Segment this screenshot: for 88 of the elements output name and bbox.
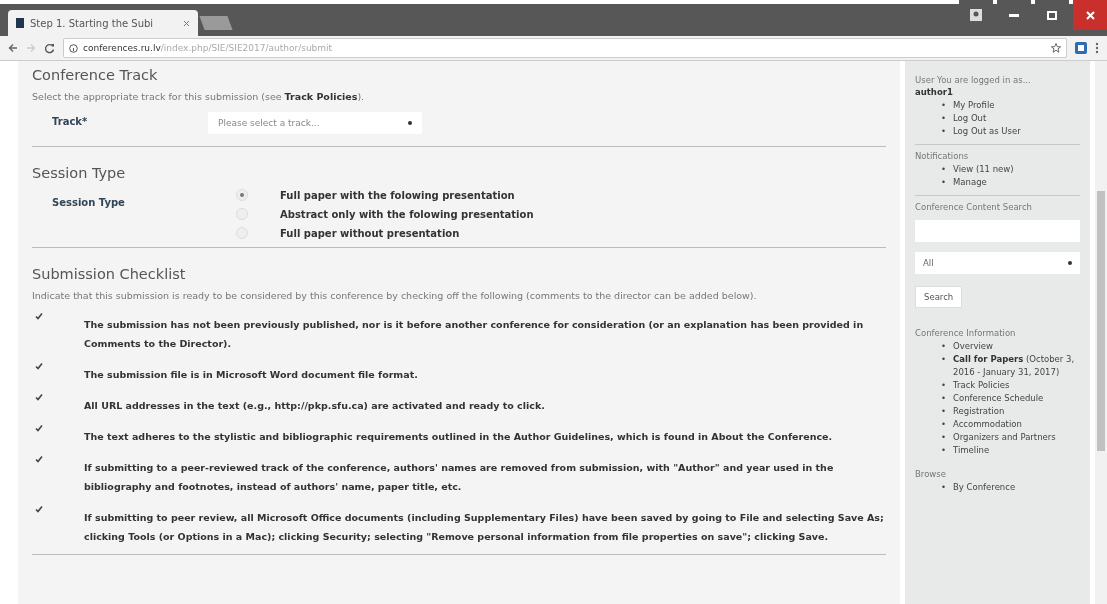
back-arrow-icon[interactable] (8, 43, 18, 53)
caret-icon (408, 121, 412, 125)
checklist-description: Indicate that this submission is ready to be considered by this conference by checking off the following (comments to the director can be added below). (32, 290, 758, 301)
bullet-text: • (941, 176, 946, 189)
radio-label: Full paper with the folowing presentation (280, 189, 515, 201)
caret-icon (1068, 261, 1072, 265)
minimize-icon (1009, 13, 1019, 17)
sidebar-link[interactable]: Overview (953, 340, 994, 353)
bullet-text: • (941, 392, 946, 405)
close-window-button[interactable] (1073, 0, 1107, 30)
sidebar-link[interactable]: Registration (953, 405, 1005, 418)
sidebar-link[interactable]: My Profile (953, 99, 995, 112)
sidebar-link[interactable]: Track Policies (953, 379, 1010, 392)
checklist-item: The text adheres to the stylistic and bibliographic requirements outlined in the Author Guidelines, which is found in About the Conference. (84, 430, 833, 444)
radio-label: Full paper without presentation (280, 227, 460, 239)
info-icon (69, 43, 78, 53)
close-icon (1085, 10, 1095, 20)
search-button[interactable]: Search (915, 286, 963, 308)
sidebar-label: Notifications (915, 151, 970, 161)
browser-tab[interactable]: Step 1. Starting the Subi (8, 10, 198, 36)
bullet-text: • (941, 112, 946, 125)
checklist-item: The submission file is in Microsoft Word document file format. (84, 368, 418, 382)
sidebar-link[interactable]: Organizers and Partners (953, 431, 1056, 444)
checkmark-icon (35, 424, 43, 432)
checkmark-icon (35, 505, 43, 513)
sidebar-link[interactable]: Log Out (953, 112, 987, 125)
bullet-text: • (941, 405, 946, 418)
checklist-item: The submission has not been previously published, nor is it before another conference for consideration (or an explanation has been provided in Comments to the Director). (84, 318, 865, 351)
username: author1 (915, 87, 954, 97)
checkbox[interactable] (34, 392, 44, 402)
address-field[interactable]: conferences.ru.lv/index.php/SIE/SIE2017/author/submit (63, 38, 1067, 58)
reload-icon[interactable] (44, 42, 55, 54)
bullet-text: • (941, 125, 946, 138)
close-icon[interactable] (183, 19, 190, 27)
field-label: Session Type (51, 197, 126, 208)
sidebar-link[interactable]: View (11 new) (953, 163, 1014, 176)
tab-title: Step 1. Starting the Subi (30, 17, 154, 29)
scrollbar[interactable] (1095, 61, 1107, 604)
maximize-icon (1047, 10, 1057, 20)
sidebar-link[interactable]: Accommodation (953, 418, 1022, 431)
section-heading: Conference Track (32, 67, 159, 83)
checklist-item: All URL addresses in the text (e.g., http://pkp.sfu.ca) are activated and ready to click. (84, 399, 545, 413)
bullet-text: • (941, 418, 946, 431)
checkmark-icon (35, 455, 43, 463)
sidebar-link[interactable]: By Conference (953, 481, 1016, 494)
checkmark-icon (35, 362, 43, 370)
track-description: Select the appropriate track for this submission (see Track Policies). (32, 91, 366, 102)
new-tab-button[interactable] (199, 16, 233, 30)
sidebar-label: Conference Information (915, 328, 1017, 338)
sidebar-label: Conference Content Search (915, 202, 1033, 212)
sidebar-link[interactable]: Call for Papers (October 3, 2016 - January 31, 2017) (953, 353, 1080, 379)
sidebar-link[interactable]: Conference Schedule (953, 392, 1044, 405)
menu-icon[interactable] (1095, 42, 1099, 54)
bullet-text: • (941, 163, 946, 176)
bullet-text: • (941, 353, 946, 366)
field-label: Track* (51, 116, 89, 127)
checkmark-icon (35, 312, 43, 320)
checklist-item: If submitting to a peer-reviewed track of the conference, authors' names are removed from submission, with "Author" and year used in the bibliography and footnotes, instead of authors' name, paper title, etc. (84, 461, 835, 494)
section-heading: Submission Checklist (32, 266, 187, 282)
bullet-text: • (941, 340, 946, 353)
scope-dropdown[interactable]: All (915, 252, 1080, 274)
bullet-text: • (941, 379, 946, 392)
sidebar-link[interactable]: Timeline (953, 444, 990, 457)
radio-button[interactable] (236, 189, 248, 201)
track-dropdown[interactable]: Please select a track... (208, 112, 422, 134)
url-text: conferences.ru.lv/index.php/SIE/SIE2017/author/submit (83, 43, 333, 53)
star-icon[interactable] (1051, 43, 1061, 53)
checklist-item: If submitting to peer review, all Microsoft Office documents (including Supplementary Files) have been saved by going to File and selecting Save As; clicking Tools (or Options in a Mac); clicking Security; selecting "Remove personal information from file properties on save"; clicking Save. (84, 511, 885, 544)
scrollbar-thumb[interactable] (1097, 191, 1105, 451)
radio-label: Abstract only with the folowing presentation (280, 208, 534, 220)
checkbox[interactable] (34, 361, 44, 371)
checkbox[interactable] (34, 454, 44, 464)
sidebar-label: User You are logged in as... (915, 75, 1032, 85)
section-heading: Session Type (32, 165, 127, 181)
checkbox[interactable] (34, 504, 44, 514)
person-icon (970, 9, 982, 21)
checkbox[interactable] (34, 311, 44, 321)
sidebar-label: Browse (915, 469, 947, 479)
bullet-text: • (941, 431, 946, 444)
extension-icon[interactable] (1075, 42, 1087, 54)
bullet-text: • (941, 481, 946, 494)
checkmark-icon (35, 393, 43, 401)
checkbox[interactable] (34, 423, 44, 433)
bullet-text: • (941, 444, 946, 457)
sidebar-link[interactable]: Log Out as User (953, 125, 1021, 138)
sidebar-link[interactable]: Manage (953, 176, 987, 189)
bullet-text: • (941, 99, 946, 112)
page-icon (16, 18, 24, 28)
